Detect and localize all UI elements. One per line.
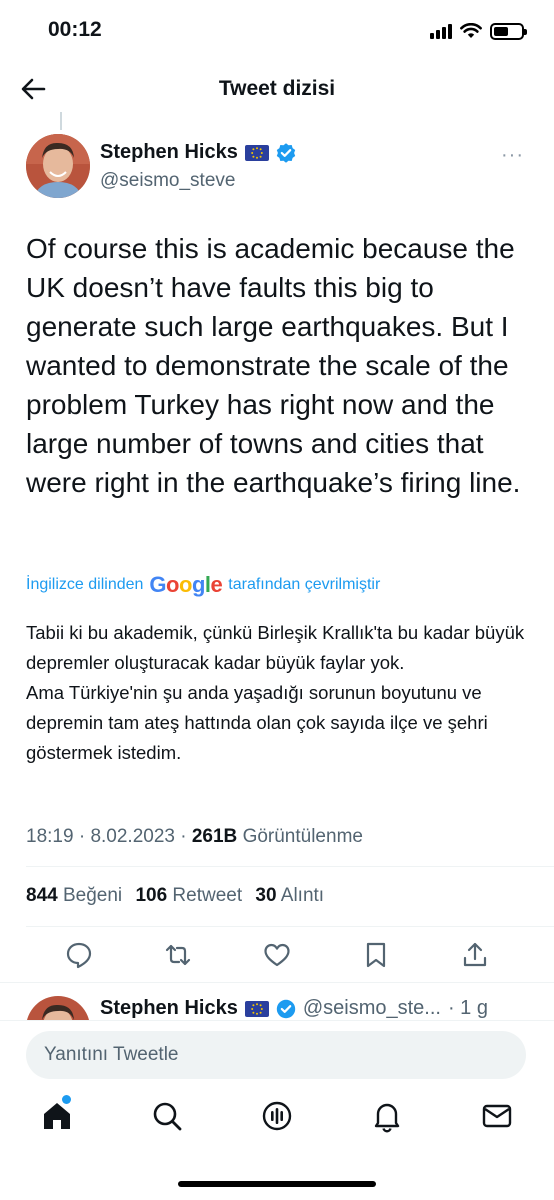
more-options-button[interactable]: ··· <box>501 144 524 167</box>
google-logo: Google <box>149 572 223 597</box>
likes-count: 844 <box>26 885 58 906</box>
quotes-label: Alıntı <box>280 885 325 906</box>
retweets-stat[interactable]: 106 Retweet <box>135 885 242 906</box>
quotes-count: 30 <box>255 885 277 906</box>
quotes-stat[interactable]: 30 Alıntı <box>255 885 324 906</box>
bottom-area: Yanıtını Tweetle <box>0 1020 554 1200</box>
divider <box>26 866 554 867</box>
share-icon[interactable] <box>461 941 489 969</box>
views-label: Görüntülenme <box>242 826 363 847</box>
verified-badge-icon <box>276 142 296 163</box>
tweet-date: 8.02.2023 <box>90 826 175 847</box>
tweet-meta: 18:19 · 8.02.2023 · 261B Görüntülenme <box>26 826 363 847</box>
status-time: 00:12 <box>48 18 102 41</box>
spaces-icon[interactable] <box>260 1099 294 1133</box>
bell-icon[interactable] <box>370 1099 404 1133</box>
reply-author-handle: @seismo_ste... <box>302 997 441 1019</box>
status-icons <box>430 20 527 42</box>
eu-flag-icon <box>244 144 269 161</box>
views-count[interactable]: 261B <box>192 826 237 847</box>
reply-avatar[interactable] <box>26 996 92 1020</box>
avatar-image <box>26 996 90 1020</box>
mail-icon[interactable] <box>480 1099 514 1133</box>
home-icon[interactable] <box>40 1099 74 1133</box>
translation-suffix: tarafından çevrilmiştir <box>228 576 381 593</box>
reply-input[interactable]: Yanıtını Tweetle <box>26 1031 526 1079</box>
verified-badge-icon <box>276 999 296 1018</box>
reply-age: · 1 g <box>447 997 488 1019</box>
status-bar: 00:12 <box>0 0 554 60</box>
cellular-signal-icon <box>430 23 452 39</box>
translation-attribution[interactable]: İngilizce dilinden Google tarafından çev… <box>26 572 380 598</box>
translation-prefix: İngilizce dilinden <box>26 576 144 593</box>
retweets-count: 106 <box>135 885 168 906</box>
tweet-text: Of course this is academic because the U… <box>26 233 521 498</box>
avatar-image <box>26 134 90 198</box>
search-icon[interactable] <box>150 1099 184 1133</box>
divider <box>0 982 554 983</box>
bookmark-icon[interactable] <box>362 941 390 969</box>
header: Tweet dizisi <box>0 60 554 120</box>
divider <box>26 926 554 927</box>
retweets-label: Retweet <box>172 885 243 906</box>
likes-label: Beğeni <box>62 885 123 906</box>
wifi-icon <box>460 23 482 38</box>
tweet-actions <box>0 935 554 975</box>
home-indicator <box>178 1181 376 1187</box>
translated-text: Tabii ki bu akademik, çünkü Birleşik Kra… <box>26 622 525 763</box>
avatar[interactable] <box>26 134 90 198</box>
reply-author-name: Stephen Hicks <box>100 997 238 1019</box>
heart-icon[interactable] <box>263 941 291 969</box>
notification-dot <box>62 1095 71 1104</box>
likes-stat[interactable]: 844 Beğeni <box>26 885 122 906</box>
author-handle[interactable]: @seismo_steve <box>100 170 235 192</box>
retweet-icon[interactable] <box>164 941 192 969</box>
author-name-row[interactable]: Stephen Hicks <box>100 141 296 164</box>
reply-author-row[interactable]: Stephen Hicks @seismo_ste... · 1 g <box>100 997 488 1020</box>
battery-icon <box>490 22 527 40</box>
eu-flag-icon <box>244 1000 269 1017</box>
author-name: Stephen Hicks <box>100 141 238 163</box>
tweet-stats: 844 Beğeni 106 Retweet 30 Alıntı <box>26 885 324 907</box>
page-title: Tweet dizisi <box>218 77 336 100</box>
tweet-time: 18:19 <box>26 826 74 847</box>
tab-bar <box>0 1095 554 1145</box>
comment-icon[interactable] <box>65 941 93 969</box>
thread-connector-line <box>60 112 62 130</box>
